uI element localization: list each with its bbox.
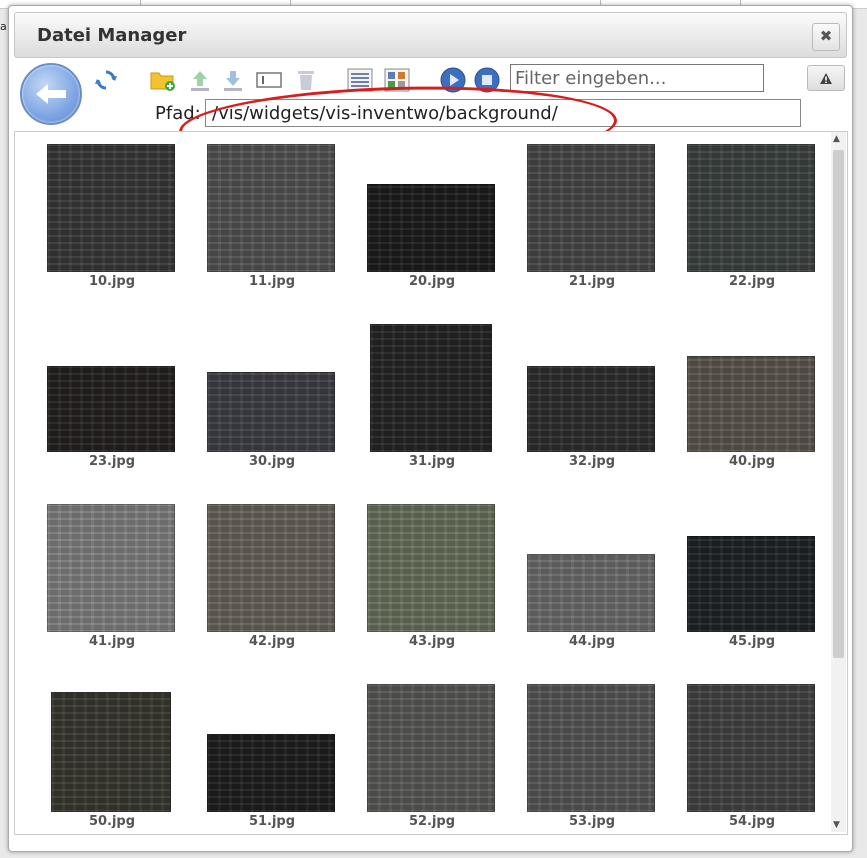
file-thumbnail[interactable]	[527, 144, 655, 272]
rename-button[interactable]	[256, 67, 282, 93]
file-tile[interactable]: 50.jpg	[32, 672, 192, 834]
file-thumbnail[interactable]	[687, 144, 815, 272]
file-name-label: 23.jpg	[88, 454, 136, 469]
scroll-down-arrow-icon[interactable]: ▼	[833, 820, 840, 830]
file-thumbnail[interactable]	[687, 684, 815, 812]
file-thumbnail[interactable]	[207, 504, 335, 632]
download-icon	[224, 71, 242, 91]
file-name-label: 40.jpg	[728, 454, 776, 469]
file-thumbnail[interactable]	[47, 366, 175, 452]
file-tile[interactable]: 51.jpg	[192, 672, 352, 834]
list-view-button[interactable]	[347, 67, 373, 93]
table-view-button[interactable]	[384, 67, 410, 93]
delete-button[interactable]	[293, 67, 319, 93]
delete-icon	[298, 71, 314, 90]
stop-button[interactable]	[474, 67, 500, 93]
file-thumbnail[interactable]	[51, 692, 171, 812]
file-thumbnail[interactable]	[527, 684, 655, 812]
file-thumbnail[interactable]	[527, 554, 655, 632]
file-thumbnail[interactable]	[207, 734, 335, 812]
refresh-icon	[95, 70, 117, 90]
file-name-label: 44.jpg	[568, 634, 616, 649]
file-thumbnail[interactable]	[367, 184, 495, 272]
file-manager-dialog: Datei Manager ✖ Filter eingeben... Pfad:…	[8, 5, 853, 852]
file-grid: 10.jpg 11.jpg 20.jpg 21.jpg 22.jpg 23.jpg 30.j…	[14, 131, 848, 835]
warning-icon	[820, 72, 832, 84]
file-tile[interactable]: 45.jpg	[672, 492, 832, 672]
path-input[interactable]	[205, 99, 801, 127]
file-name-label: 45.jpg	[728, 634, 776, 649]
scrollbar-thumb[interactable]	[833, 150, 844, 658]
file-name-label: 41.jpg	[88, 634, 136, 649]
stop-icon	[474, 67, 500, 93]
file-tile[interactable]: 44.jpg	[512, 492, 672, 672]
file-tile[interactable]: 21.jpg	[512, 132, 672, 312]
file-tile[interactable]: 32.jpg	[512, 312, 672, 492]
file-thumbnail[interactable]	[687, 536, 815, 632]
file-thumbnail[interactable]	[207, 144, 335, 272]
upload-icon	[191, 71, 209, 91]
file-tile[interactable]: 31.jpg	[352, 312, 512, 492]
file-tile[interactable]: 22.jpg	[672, 132, 832, 312]
rename-icon	[256, 72, 282, 88]
file-name-label: 51.jpg	[248, 814, 296, 829]
play-icon	[440, 67, 466, 93]
file-name-label: 42.jpg	[248, 634, 296, 649]
file-tile[interactable]: 11.jpg	[192, 132, 352, 312]
scroll-up-arrow-icon[interactable]: ▲	[833, 134, 840, 144]
file-name-label: 11.jpg	[248, 274, 296, 289]
file-tile[interactable]: 42.jpg	[192, 492, 352, 672]
file-thumbnail[interactable]	[370, 324, 492, 452]
vertical-scrollbar[interactable]: ▲ ▼	[831, 132, 846, 832]
file-name-label: 10.jpg	[88, 274, 136, 289]
file-name-label: 52.jpg	[408, 814, 456, 829]
table-view-icon	[384, 68, 410, 92]
filter-input[interactable]	[510, 64, 764, 92]
back-button[interactable]	[20, 63, 82, 125]
file-tile[interactable]: 41.jpg	[32, 492, 192, 672]
upload-button[interactable]	[187, 67, 213, 93]
file-name-label: 20.jpg	[408, 274, 456, 289]
back-arrow-icon	[36, 84, 66, 104]
file-thumbnail[interactable]	[527, 366, 655, 452]
dialog-titlebar[interactable]: Datei Manager ✖	[14, 12, 847, 58]
path-label: Pfad:	[155, 103, 201, 124]
file-tile[interactable]: 10.jpg	[32, 132, 192, 312]
close-button[interactable]: ✖	[812, 23, 840, 51]
file-tile[interactable]: 40.jpg	[672, 312, 832, 492]
file-name-label: 22.jpg	[728, 274, 776, 289]
file-name-label: 50.jpg	[88, 814, 136, 829]
file-name-label: 32.jpg	[568, 454, 616, 469]
file-name-label: 31.jpg	[408, 454, 456, 469]
file-tile[interactable]: 53.jpg	[512, 672, 672, 834]
file-name-label: 54.jpg	[728, 814, 776, 829]
file-name-label: 21.jpg	[568, 274, 616, 289]
file-thumbnail[interactable]	[367, 504, 495, 632]
refresh-button[interactable]	[93, 67, 119, 93]
file-name-label: 30.jpg	[248, 454, 296, 469]
file-tile[interactable]: 43.jpg	[352, 492, 512, 672]
file-thumbnail[interactable]	[47, 504, 175, 632]
file-tile[interactable]: 23.jpg	[32, 312, 192, 492]
file-tile[interactable]: 30.jpg	[192, 312, 352, 492]
new-folder-button[interactable]	[150, 67, 176, 93]
close-icon: ✖	[819, 27, 833, 45]
list-view-icon	[347, 68, 373, 92]
play-button[interactable]	[440, 67, 466, 93]
file-name-label: 43.jpg	[408, 634, 456, 649]
file-tile[interactable]: 20.jpg	[352, 132, 512, 312]
new-folder-icon	[150, 72, 175, 91]
file-tile[interactable]: 54.jpg	[672, 672, 832, 834]
file-tile[interactable]: 52.jpg	[352, 672, 512, 834]
file-name-label: 53.jpg	[568, 814, 616, 829]
download-button[interactable]	[220, 67, 246, 93]
dialog-title: Datei Manager	[37, 25, 187, 46]
file-thumbnail[interactable]	[367, 684, 495, 812]
file-thumbnail[interactable]	[207, 372, 335, 452]
file-thumbnail[interactable]	[687, 356, 815, 452]
warning-button[interactable]	[807, 65, 845, 91]
file-thumbnail[interactable]	[47, 144, 175, 272]
